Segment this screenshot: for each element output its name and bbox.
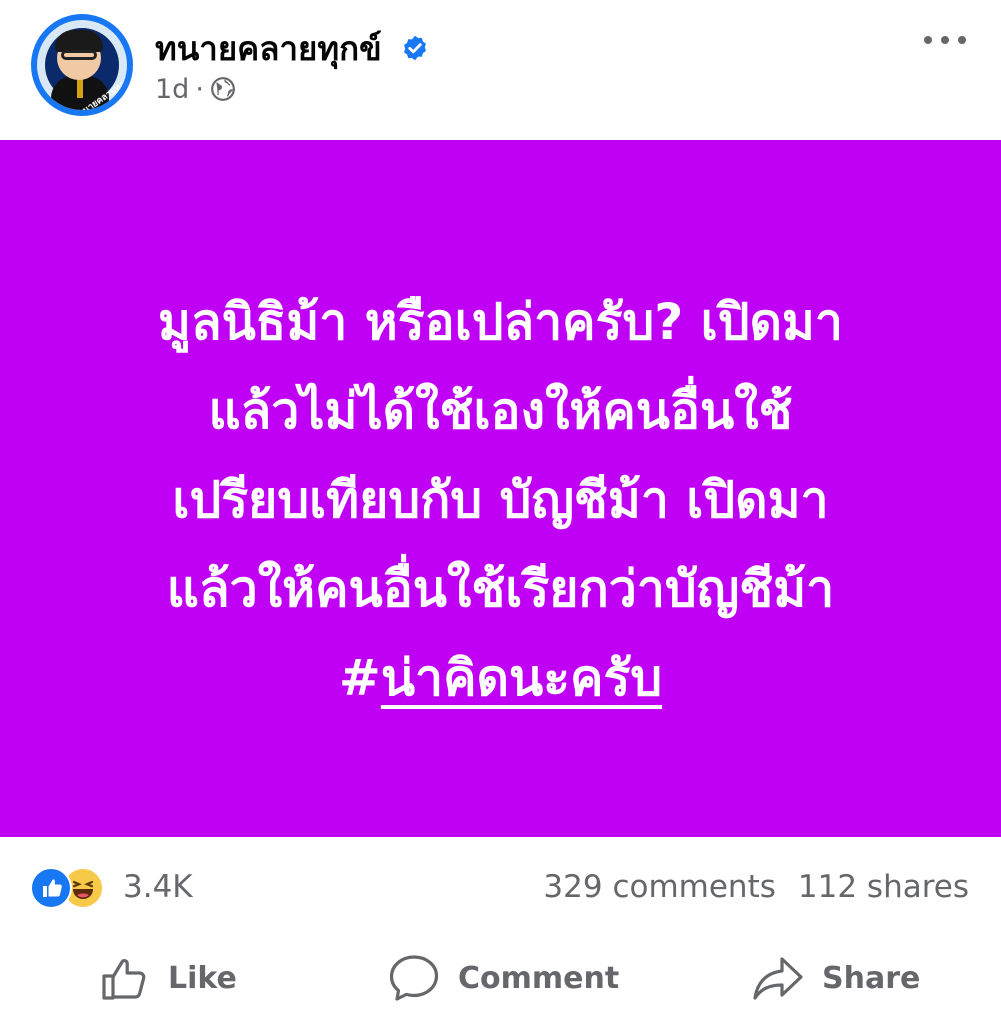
comment-bubble-icon bbox=[389, 955, 439, 1001]
hashtag-link[interactable]: #น่าคิดนะครับ bbox=[339, 649, 662, 707]
post-text-line: แล้วไม่ได้ใช้เองให้คนอื่นใช้ bbox=[208, 382, 793, 440]
facebook-post: ทนายคลายทุกข์ ทนายคลายทุกข์ 1d · มูลนิธิม… bbox=[0, 0, 1001, 1024]
comment-button[interactable]: Comment bbox=[388, 953, 619, 1003]
post-header: ทนายคลายทุกข์ ทนายคลายทุกข์ 1d · bbox=[0, 0, 1001, 140]
page-name[interactable]: ทนายคลายทุกข์ bbox=[155, 29, 382, 68]
verified-badge-icon bbox=[404, 35, 427, 60]
comment-label: Comment bbox=[458, 960, 620, 996]
post-text-line: แล้วให้คนอื่นใช้เรียกว่าบัญชีม้า bbox=[166, 560, 835, 618]
avatar-glasses bbox=[61, 50, 97, 60]
share-label: Share bbox=[822, 960, 921, 996]
comments-count[interactable]: 329 comments bbox=[543, 869, 775, 905]
engagement-counts: 329 comments 112 shares bbox=[543, 867, 969, 907]
meta-separator: · bbox=[195, 74, 204, 105]
post-text-line: มูลนิธิม้า หรือเปล่าครับ? เปิดมา bbox=[158, 293, 843, 351]
post-text-line: เปรียบเทียบกับ บัญชีม้า เปิดมา bbox=[172, 471, 829, 529]
reaction-count[interactable]: 3.4K bbox=[123, 867, 193, 907]
like-button[interactable]: Like bbox=[100, 953, 237, 1003]
share-arrow-icon bbox=[753, 957, 803, 1000]
more-options-icon[interactable] bbox=[920, 28, 970, 52]
hashtag-symbol: # bbox=[338, 649, 381, 707]
avatar-image: ทนายคลายทุกข์ bbox=[37, 20, 127, 110]
globe-icon bbox=[211, 76, 235, 101]
post-stats: 3.4K 329 comments 112 shares bbox=[0, 837, 1001, 937]
post-text-line: #น่าคิดนะครับ bbox=[40, 634, 961, 723]
hashtag-word: น่าคิดนะครับ bbox=[380, 649, 663, 707]
post-text: มูลนิธิม้า หรือเปล่าครับ? เปิดมา แล้วไม่… bbox=[40, 278, 961, 723]
post-meta: 1d · bbox=[155, 74, 236, 105]
shares-count[interactable]: 112 shares bbox=[798, 869, 969, 905]
avatar[interactable]: ทนายคลายทุกข์ bbox=[31, 14, 133, 116]
like-reaction-icon bbox=[30, 867, 72, 909]
avatar-hair bbox=[55, 30, 103, 52]
page-name-row: ทนายคลายทุกข์ bbox=[155, 22, 429, 75]
post-time[interactable]: 1d bbox=[155, 74, 189, 105]
share-button[interactable]: Share bbox=[752, 953, 920, 1003]
like-label: Like bbox=[168, 960, 237, 996]
thumbs-up-icon bbox=[102, 959, 146, 1000]
post-actions: Like Comment Share bbox=[0, 937, 1001, 1024]
post-content-background: มูลนิธิม้า หรือเปล่าครับ? เปิดมา แล้วไม่… bbox=[0, 140, 1001, 837]
avatar-tie bbox=[77, 78, 83, 98]
